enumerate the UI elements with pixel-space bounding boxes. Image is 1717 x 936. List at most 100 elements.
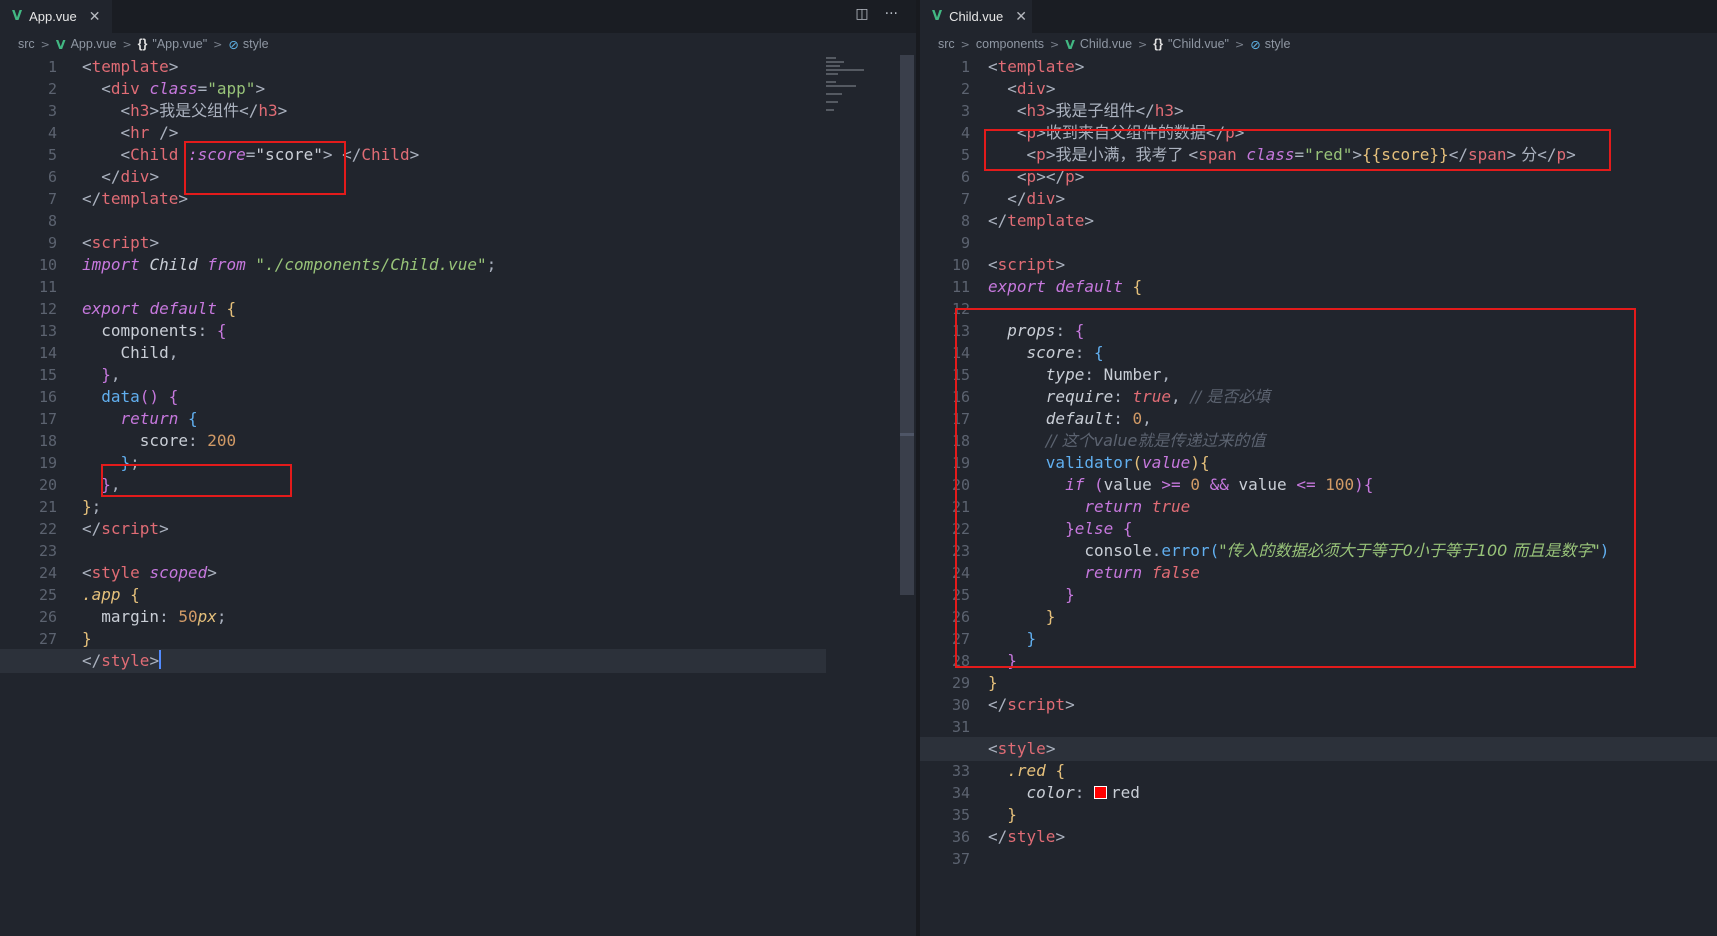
line-number[interactable]: 31 <box>920 715 970 739</box>
code-line-10: import Child from "./components/Child.vu… <box>82 255 497 274</box>
code-editor-right[interactable]: 1 2 3 4 5 6 7 8 9 10 11 12 13 14 15 16 17 18 19 20 21 22 23 24 2… <box>920 55 1717 936</box>
code-line-7: </template> <box>82 189 188 208</box>
right-editor-group: V Child.vue ✕ src > components > V Child… <box>920 0 1717 936</box>
code-line-11: export default { <box>988 277 1143 296</box>
code-line-13: components: { <box>101 321 227 340</box>
line-number-row: 37 <box>920 847 1717 871</box>
code-line-15: }, <box>101 365 121 384</box>
code-line-36: </style> <box>988 827 1066 846</box>
code-line-1: <template> <box>988 57 1085 76</box>
line-number[interactable]: 9 <box>920 231 970 255</box>
breadcrumb-components[interactable]: components <box>976 37 1044 51</box>
line-number[interactable]: 23 <box>0 539 57 563</box>
line-number-row: 12 <box>920 297 1717 321</box>
code-line-30: </script> <box>988 695 1075 714</box>
split-editor-icon[interactable]: ◫ <box>855 6 868 22</box>
vertical-scrollbar[interactable] <box>900 55 914 595</box>
line-number-row: 23 <box>0 539 916 563</box>
code-line-24: <style scoped> <box>82 563 217 582</box>
line-number-row: 9 <box>920 231 1717 255</box>
line-number[interactable]: 12 <box>920 297 970 321</box>
text-cursor <box>159 650 162 669</box>
vue-icon: V <box>1065 36 1075 52</box>
code-line-26: } <box>1045 607 1056 626</box>
code-editor-left[interactable]: 1 2 3 4 5 6 7 8 9 10 11 12 13 14 15 16 17 18 19 20 21 22 23 24 2… <box>0 55 916 936</box>
tab-label: App.vue <box>29 9 77 24</box>
breadcrumb-section[interactable]: style <box>243 37 269 51</box>
breadcrumb-src[interactable]: src <box>18 37 35 51</box>
breadcrumb-file[interactable]: App.vue <box>71 37 117 51</box>
breadcrumb-src[interactable]: src <box>938 37 955 51</box>
code-line-17: return { <box>120 409 198 428</box>
code-line-18: score: 200 <box>139 431 237 450</box>
code-line-16: require: true, // 是否必填 <box>1045 387 1271 406</box>
code-line-4: <p>收到来自父组件的数据</p> <box>1016 123 1245 142</box>
minimap[interactable] <box>826 55 872 115</box>
close-icon[interactable]: ✕ <box>1015 9 1027 25</box>
editor-actions: ◫ ··· <box>855 6 898 22</box>
style-symbol-icon: ⊘ <box>228 36 239 52</box>
code-line-25: .app { <box>82 585 140 604</box>
chevron-right-icon: > <box>1234 37 1245 51</box>
code-line-3: <h3>我是子组件</h3> <box>1016 101 1184 120</box>
braces-icon: {} <box>1153 37 1163 51</box>
chevron-right-icon: > <box>213 37 223 51</box>
line-number[interactable]: 37 <box>920 847 970 871</box>
code-line-5: <Child :score="score"> </Child> <box>120 145 420 164</box>
code-line-4: <hr /> <box>120 123 179 142</box>
code-line-35: } <box>1007 805 1017 824</box>
code-line-1: <template> <box>82 57 179 76</box>
code-line-18: // 这个value就是传递过来的值 <box>1045 431 1266 450</box>
line-number[interactable]: 8 <box>0 209 57 233</box>
chevron-right-icon: > <box>1138 37 1148 51</box>
code-line-27: } <box>1026 629 1037 648</box>
breadcrumb-component[interactable]: "Child.vue" <box>1168 37 1229 51</box>
tab-app-vue[interactable]: V App.vue ✕ <box>0 0 112 33</box>
code-line-17: default: 0, <box>1045 409 1152 428</box>
code-line-21: return true <box>1084 497 1191 516</box>
code-line-28: </style> <box>0 649 826 673</box>
close-icon[interactable]: ✕ <box>89 9 101 25</box>
line-number-row: 31 <box>920 715 1717 739</box>
code-line-10: <script> <box>988 255 1066 274</box>
code-line-9: <script> <box>82 233 160 252</box>
code-line-7: </div> <box>1007 189 1066 208</box>
braces-icon: {} <box>137 37 148 51</box>
color-swatch-icon[interactable] <box>1093 786 1107 799</box>
line-number-row: 8 <box>0 209 916 233</box>
code-line-2: <div> <box>1007 79 1056 98</box>
tab-child-vue[interactable]: V Child.vue ✕ <box>920 0 1032 33</box>
code-line-3: <h3>我是父组件</h3> <box>120 101 288 120</box>
code-line-20: }, <box>101 475 121 494</box>
code-line-6: </div> <box>101 167 160 186</box>
code-line-12: export default { <box>82 299 237 318</box>
code-line-25: } <box>1065 585 1075 604</box>
line-number[interactable]: 11 <box>0 275 57 299</box>
vue-icon: V <box>55 36 66 52</box>
code-line-27: } <box>82 629 92 648</box>
code-line-15: type: Number, <box>1045 365 1172 384</box>
code-line-14: score: { <box>1026 343 1104 362</box>
code-line-16: data() { <box>101 387 179 406</box>
breadcrumb-file[interactable]: Child.vue <box>1080 37 1132 51</box>
tab-label: Child.vue <box>949 9 1004 24</box>
code-line-24: return false <box>1084 563 1200 582</box>
code-line-34: color: red <box>1026 783 1140 802</box>
code-line-21: }; <box>82 497 102 516</box>
breadcrumb-section[interactable]: style <box>1265 37 1291 51</box>
code-line-33: .red { <box>1007 761 1066 780</box>
code-line-14: Child, <box>120 343 179 362</box>
code-line-22: }else { <box>1065 519 1133 538</box>
breadcrumb: src > components > V Child.vue > {} "Chi… <box>920 33 1717 55</box>
code-line-19: validator(value){ <box>1045 453 1210 472</box>
more-actions-icon[interactable]: ··· <box>885 6 898 22</box>
code-line-23: console.error("传入的数据必须大于等于0小于等于100 而且是数字… <box>1084 541 1610 560</box>
scrollbar-marker <box>900 433 914 436</box>
chevron-right-icon: > <box>122 37 132 51</box>
breadcrumb-component[interactable]: "App.vue" <box>152 37 207 51</box>
vue-icon: V <box>12 9 23 24</box>
code-line-2: <div class="app"> <box>101 79 266 98</box>
breadcrumb: src > V App.vue > {} "App.vue" > ⊘ style <box>0 33 916 55</box>
code-line-29: } <box>988 673 998 692</box>
chevron-right-icon: > <box>40 37 50 51</box>
